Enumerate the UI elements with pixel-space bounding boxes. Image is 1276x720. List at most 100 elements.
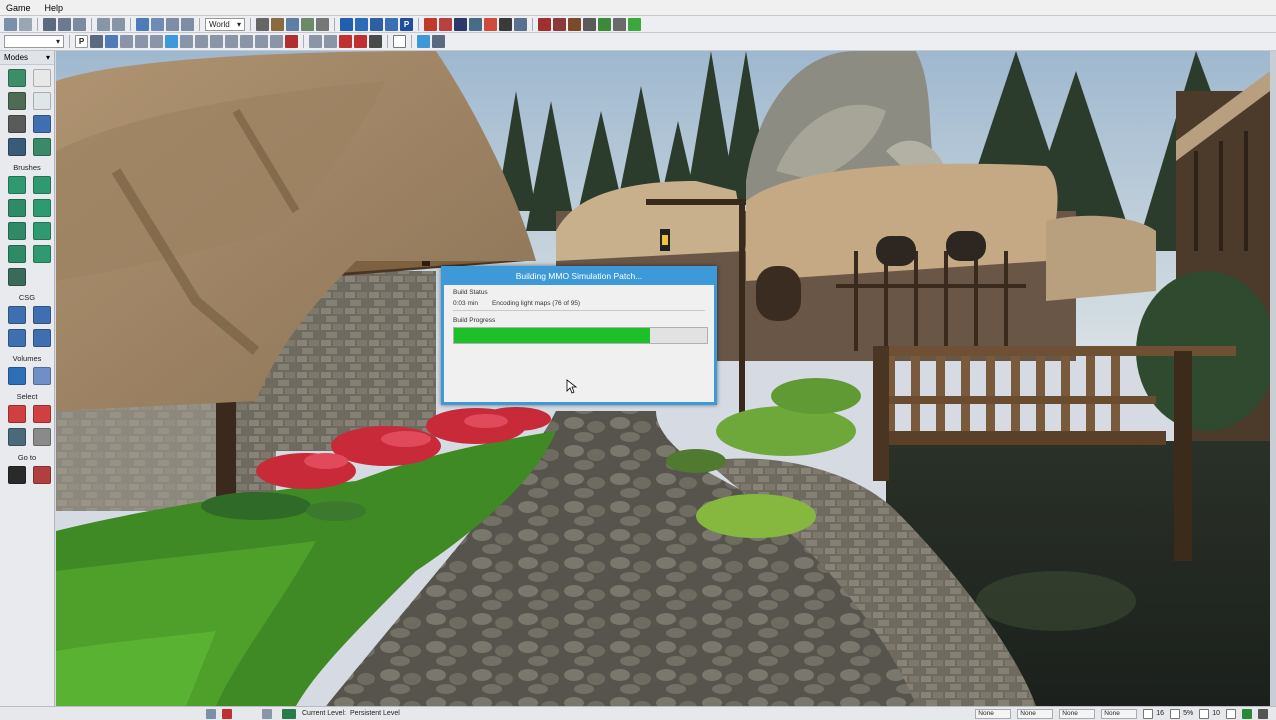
- level-browser-icon[interactable]: [206, 708, 216, 719]
- new-file-icon[interactable]: [4, 17, 17, 31]
- curved-stair-brush-icon[interactable]: [8, 199, 26, 217]
- grid-toggle-icon[interactable]: [1143, 708, 1154, 719]
- save-as-icon[interactable]: [73, 17, 86, 31]
- goto-builder-brush-icon[interactable]: [33, 466, 51, 484]
- unlit-icon[interactable]: [135, 35, 148, 48]
- foliage-mode-icon[interactable]: [33, 115, 51, 133]
- save-icon[interactable]: [43, 17, 56, 31]
- csg-add-icon[interactable]: [8, 306, 26, 324]
- cylinder-brush-icon[interactable]: [33, 199, 51, 217]
- realtime-toggle-icon[interactable]: [105, 35, 118, 48]
- reflections-icon[interactable]: [270, 35, 283, 48]
- scale-percent[interactable]: 5%: [1183, 710, 1193, 717]
- options-icon[interactable]: [613, 17, 626, 31]
- sound-icon[interactable]: [369, 35, 382, 48]
- undo-icon[interactable]: [97, 17, 110, 31]
- volume-select-icon[interactable]: [33, 367, 51, 385]
- speed-icon[interactable]: [324, 35, 337, 48]
- layers-icon[interactable]: [385, 17, 398, 31]
- kismet-status-icon[interactable]: [222, 708, 232, 719]
- hide-selected-icon[interactable]: [33, 405, 51, 423]
- lightmass-icon[interactable]: [514, 17, 527, 31]
- landscape-mode-icon[interactable]: [8, 138, 26, 156]
- cook-icon[interactable]: [583, 17, 596, 31]
- binoculars-icon[interactable]: [256, 17, 269, 31]
- rotate-tool-icon[interactable]: [166, 17, 179, 31]
- cube-brush-icon[interactable]: [8, 176, 26, 194]
- csg-subtract-icon[interactable]: [33, 306, 51, 324]
- menu-game[interactable]: Game: [6, 3, 31, 13]
- sphere-brush-icon[interactable]: [33, 245, 51, 263]
- swarm-icon[interactable]: [499, 17, 512, 31]
- build-all-icon[interactable]: [484, 17, 497, 31]
- viewport-toggle-icon[interactable]: [393, 35, 406, 48]
- volume-icon[interactable]: [1258, 708, 1268, 719]
- cone-brush-icon[interactable]: [33, 176, 51, 194]
- realtime-icon[interactable]: [628, 17, 641, 31]
- properties-icon[interactable]: P: [400, 17, 413, 31]
- scene-icon[interactable]: [340, 17, 353, 31]
- light-complexity-icon[interactable]: [195, 35, 208, 48]
- texture-align-icon[interactable]: [33, 92, 51, 110]
- csg-intersect-icon[interactable]: [8, 329, 26, 347]
- terrain-mode-icon[interactable]: [8, 92, 26, 110]
- content-browser-icon[interactable]: [316, 17, 329, 31]
- build-cover-icon[interactable]: [469, 17, 482, 31]
- volumetric-brush-icon[interactable]: [8, 268, 26, 286]
- kismet-debug-icon[interactable]: [598, 17, 611, 31]
- lit-lightmap-density-icon[interactable]: [255, 35, 268, 48]
- build-paths-icon[interactable]: [454, 17, 467, 31]
- game-view-icon[interactable]: [285, 35, 298, 48]
- translate-tool-icon[interactable]: [151, 17, 164, 31]
- play-on-console-icon[interactable]: [568, 17, 581, 31]
- goto-actor-icon[interactable]: [8, 466, 26, 484]
- show-selected-icon[interactable]: [8, 405, 26, 423]
- detail-lighting-icon[interactable]: [165, 35, 178, 48]
- perspective-icon[interactable]: P: [75, 35, 88, 48]
- linear-stair-brush-icon[interactable]: [8, 222, 26, 240]
- redo-icon[interactable]: [112, 17, 125, 31]
- show-all-icon[interactable]: [33, 428, 51, 446]
- viewport-type-combo[interactable]: ▾: [4, 35, 64, 48]
- current-level-icon[interactable]: [282, 708, 296, 719]
- geometry-mode-icon[interactable]: [33, 69, 51, 87]
- invert-selection-icon[interactable]: [8, 428, 26, 446]
- menu-help[interactable]: Help: [45, 3, 64, 13]
- mark-icon[interactable]: [339, 35, 352, 48]
- mesh-paint-icon[interactable]: [8, 115, 26, 133]
- lit-icon[interactable]: [150, 35, 163, 48]
- camera-icon[interactable]: [370, 17, 383, 31]
- spiral-stair-brush-icon[interactable]: [8, 245, 26, 263]
- realtime-audio-icon[interactable]: [1242, 708, 1252, 719]
- csg-deintersect-icon[interactable]: [33, 329, 51, 347]
- sheet-brush-icon[interactable]: [33, 222, 51, 240]
- select-tool-icon[interactable]: [136, 17, 149, 31]
- fov-icon[interactable]: [309, 35, 322, 48]
- grid-icon[interactable]: [355, 17, 368, 31]
- rotation-snap-icon[interactable]: [1170, 708, 1181, 719]
- build-geometry-icon[interactable]: [424, 17, 437, 31]
- lighting-only-icon[interactable]: [180, 35, 193, 48]
- lock-icon[interactable]: [90, 35, 103, 48]
- lightmap-density-icon[interactable]: [240, 35, 253, 48]
- vertex-snap-icon[interactable]: [1226, 708, 1236, 719]
- build-lighting-icon[interactable]: [439, 17, 452, 31]
- chevron-down-icon[interactable]: ▾: [46, 53, 50, 62]
- stream-icon[interactable]: [354, 35, 367, 48]
- wireframe-icon[interactable]: [120, 35, 133, 48]
- open-file-icon[interactable]: [19, 17, 32, 31]
- grid-size[interactable]: 16: [1156, 710, 1164, 717]
- scale-tool-icon[interactable]: [181, 17, 194, 31]
- camera-mode-icon[interactable]: [8, 69, 26, 87]
- rotation-value[interactable]: 10: [1212, 710, 1220, 717]
- play-in-editor-icon[interactable]: [538, 17, 551, 31]
- pin-icon[interactable]: [432, 35, 445, 48]
- kismet-icon[interactable]: [286, 17, 299, 31]
- coordinate-space-combo[interactable]: World ▾: [205, 17, 245, 31]
- texture-density-icon[interactable]: [210, 35, 223, 48]
- shader-complexity-icon[interactable]: [225, 35, 238, 48]
- bookmark-icon[interactable]: [271, 17, 284, 31]
- scale-snap-icon[interactable]: [1199, 708, 1210, 719]
- static-mesh-mode-icon[interactable]: [33, 138, 51, 156]
- drag-grid-icon[interactable]: [262, 708, 272, 719]
